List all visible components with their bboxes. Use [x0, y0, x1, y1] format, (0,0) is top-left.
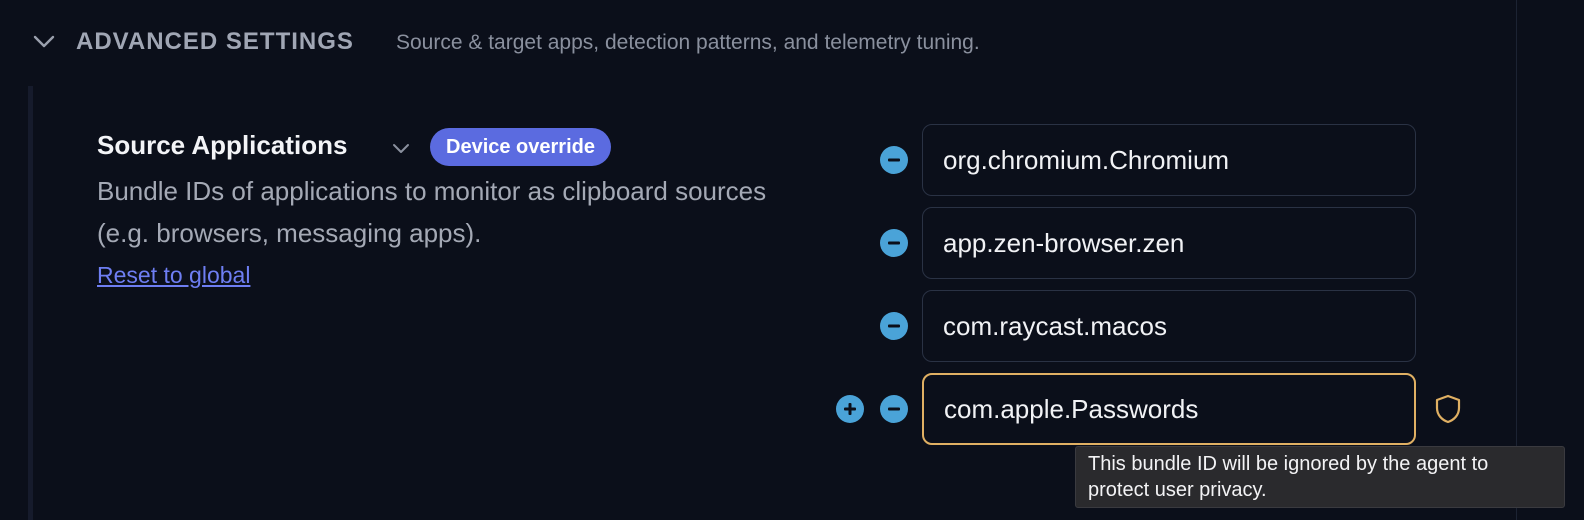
section-description: Source & target apps, detection patterns…	[396, 31, 980, 54]
minus-circle-icon[interactable]	[880, 395, 908, 423]
privacy-warning-tooltip: This bundle ID will be ignored by the ag…	[1075, 446, 1565, 508]
list-item	[830, 373, 1461, 445]
shield-icon[interactable]	[1432, 393, 1464, 425]
bundle-id-field[interactable]	[922, 290, 1416, 362]
setting-description: Bundle IDs of applications to monitor as…	[97, 176, 767, 248]
chevron-down-icon[interactable]	[32, 30, 56, 54]
bundle-id-field[interactable]	[922, 373, 1416, 445]
minus-circle-icon[interactable]	[880, 229, 908, 257]
list-item	[830, 207, 1430, 279]
list-item	[830, 290, 1430, 362]
device-override-badge: Device override	[430, 128, 611, 166]
bundle-id-field[interactable]	[922, 124, 1416, 196]
section-indent-rail	[28, 86, 33, 520]
minus-circle-icon[interactable]	[880, 312, 908, 340]
section-title: ADVANCED SETTINGS	[76, 28, 354, 55]
list-item	[830, 124, 1430, 196]
chevron-down-icon[interactable]	[389, 136, 413, 160]
minus-circle-icon[interactable]	[880, 146, 908, 174]
reset-to-global-link[interactable]: Reset to global	[97, 262, 250, 289]
plus-circle-icon[interactable]	[836, 395, 864, 423]
setting-title: Source Applications	[97, 130, 348, 160]
bundle-id-field[interactable]	[922, 207, 1416, 279]
right-panel-edge	[1516, 0, 1584, 520]
